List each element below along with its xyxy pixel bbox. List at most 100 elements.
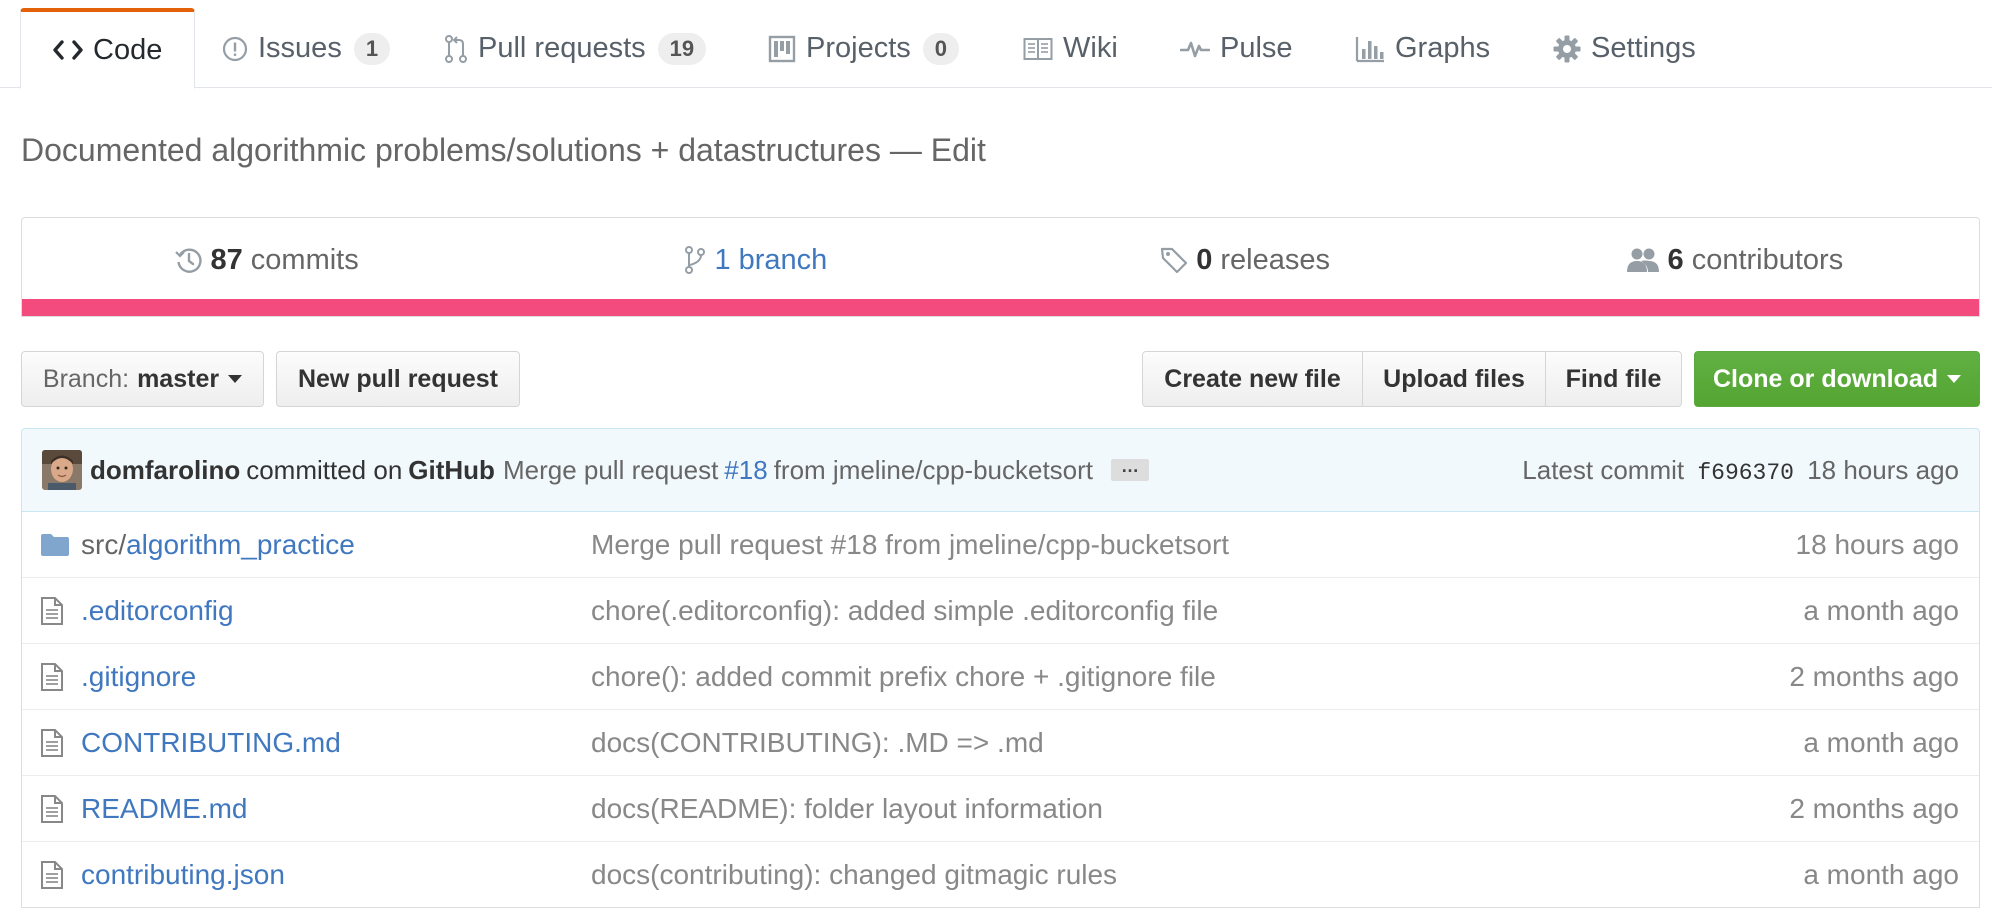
tab-projects[interactable]: Projects 0 bbox=[736, 8, 991, 89]
file-commit-message[interactable]: docs(contributing): changed gitmagic rul… bbox=[591, 859, 1117, 891]
description-separator: — bbox=[889, 132, 931, 168]
releases-count: 0 bbox=[1196, 243, 1213, 276]
tab-code-label: Code bbox=[93, 33, 163, 66]
file-name: .gitignore bbox=[81, 660, 197, 692]
avatar[interactable] bbox=[42, 450, 82, 490]
table-row: CONTRIBUTING.md docs(CONTRIBUTING): .MD … bbox=[22, 709, 1979, 775]
tab-wiki[interactable]: Wiki bbox=[991, 8, 1150, 89]
branches-count: 1 bbox=[714, 243, 731, 276]
issues-counter: 1 bbox=[353, 32, 391, 65]
file-age: a month ago bbox=[1803, 594, 1959, 626]
tab-wiki-label: Wiki bbox=[1063, 32, 1118, 64]
file-name-link[interactable]: .editorconfig bbox=[81, 595, 234, 627]
repo-description: Documented algorithmic problems/solution… bbox=[21, 132, 986, 169]
table-row: src/algorithm_practice Merge pull reques… bbox=[22, 511, 1979, 577]
file-name-prefix: src/ bbox=[81, 528, 127, 560]
file-commit-message[interactable]: docs(CONTRIBUTING): .MD => .md bbox=[591, 727, 1044, 759]
repo-description-text: Documented algorithmic problems/solution… bbox=[21, 132, 881, 168]
file-name: .editorconfig bbox=[81, 594, 234, 626]
file-commit-message[interactable]: docs(README): folder layout information bbox=[591, 793, 1103, 825]
tag-icon bbox=[1160, 246, 1188, 274]
file-icon bbox=[40, 596, 70, 626]
file-icon bbox=[40, 662, 70, 692]
find-file-button[interactable]: Find file bbox=[1545, 351, 1682, 407]
tab-settings-label: Settings bbox=[1591, 32, 1696, 64]
file-name-link[interactable]: README.md bbox=[81, 793, 247, 825]
file-age: a month ago bbox=[1803, 726, 1959, 758]
commit-sha-link[interactable]: f696370 bbox=[1697, 460, 1794, 486]
commits-label: commits bbox=[250, 243, 359, 276]
people-icon bbox=[1626, 247, 1660, 273]
clone-or-download-label: Clone or download bbox=[1713, 364, 1938, 393]
pull-request-link[interactable]: #18 bbox=[724, 455, 767, 486]
file-name-link[interactable]: CONTRIBUTING.md bbox=[81, 727, 341, 759]
tab-graphs[interactable]: Graphs bbox=[1323, 8, 1522, 89]
pull-request-icon bbox=[444, 34, 468, 64]
file-icon bbox=[40, 860, 70, 890]
code-icon bbox=[53, 39, 83, 61]
commit-message-suffix[interactable]: from jmeline/cpp-bucketsort bbox=[774, 455, 1093, 486]
tab-issues[interactable]: Issues 1 bbox=[190, 8, 422, 89]
contributors-count: 6 bbox=[1667, 243, 1684, 276]
tab-pulse[interactable]: Pulse bbox=[1148, 8, 1325, 89]
releases-label: releases bbox=[1220, 243, 1330, 276]
repo-tab-nav: Code Issues 1 Pull requests 19 Projects … bbox=[0, 0, 1992, 89]
branch-prefix: Branch: bbox=[42, 364, 130, 393]
latest-commit-label: Latest commit bbox=[1522, 454, 1685, 485]
file-age: 2 months ago bbox=[1789, 792, 1959, 824]
file-name: contributing.json bbox=[81, 858, 285, 890]
contributors-link[interactable]: 6 contributors bbox=[1490, 218, 1979, 302]
file-name: CONTRIBUTING.md bbox=[81, 726, 341, 758]
upload-files-button[interactable]: Upload files bbox=[1362, 351, 1546, 407]
tab-projects-label: Projects bbox=[806, 32, 911, 64]
pull-requests-counter: 19 bbox=[657, 32, 707, 65]
language-bar[interactable] bbox=[22, 299, 1979, 316]
edit-description-link[interactable]: Edit bbox=[931, 132, 986, 168]
file-commit-message[interactable]: chore(): added commit prefix chore + .gi… bbox=[591, 661, 1216, 693]
table-row: .editorconfig chore(.editorconfig): adde… bbox=[22, 577, 1979, 643]
file-commit-message[interactable]: chore(.editorconfig): added simple .edit… bbox=[591, 595, 1218, 627]
commit-message-prefix[interactable]: Merge pull request bbox=[503, 455, 718, 486]
chevron-down-icon bbox=[1947, 375, 1961, 383]
expand-commit-message-button[interactable]: … bbox=[1111, 457, 1150, 481]
file-age: a month ago bbox=[1803, 858, 1959, 890]
branch-name: master bbox=[137, 364, 220, 393]
branch-icon bbox=[684, 245, 706, 275]
create-new-file-button[interactable]: Create new file bbox=[1142, 351, 1363, 407]
file-icon bbox=[40, 794, 70, 824]
repo-summary: 87 commits 1 branch 0 releases 6 contrib… bbox=[21, 217, 1980, 317]
table-row: README.md docs(README): folder layout in… bbox=[22, 775, 1979, 841]
tab-pull-requests-label: Pull requests bbox=[478, 32, 646, 64]
tab-code[interactable]: Code bbox=[20, 8, 196, 89]
latest-commit-info: Latest commit f696370 18 hours ago bbox=[1522, 455, 1959, 486]
file-name: algorithm_practice bbox=[126, 528, 355, 560]
file-name-link[interactable]: contributing.json bbox=[81, 859, 285, 891]
commits-link[interactable]: 87 commits bbox=[22, 218, 511, 302]
file-commit-message[interactable]: Merge pull request #18 from jmeline/cpp-… bbox=[591, 529, 1229, 561]
branches-link[interactable]: 1 branch bbox=[511, 218, 1000, 302]
files-table: src/algorithm_practice Merge pull reques… bbox=[21, 511, 1980, 908]
tab-issues-label: Issues bbox=[258, 32, 342, 64]
tab-settings[interactable]: Settings bbox=[1521, 8, 1728, 89]
branches-label: branch bbox=[738, 243, 828, 276]
gear-icon bbox=[1553, 35, 1581, 63]
file-age: 2 months ago bbox=[1789, 660, 1959, 692]
book-icon bbox=[1023, 37, 1053, 61]
issue-icon bbox=[222, 36, 248, 62]
committer-name: GitHub bbox=[408, 454, 495, 485]
table-row: contributing.json docs(contributing): ch… bbox=[22, 841, 1979, 907]
table-row: .gitignore chore(): added commit prefix … bbox=[22, 643, 1979, 709]
projects-counter: 0 bbox=[922, 32, 960, 65]
latest-commit-bar: domfarolino committed on GitHub Merge pu… bbox=[21, 428, 1980, 512]
releases-link[interactable]: 0 releases bbox=[1001, 218, 1490, 302]
file-age: 18 hours ago bbox=[1795, 528, 1959, 560]
pulse-icon bbox=[1180, 37, 1210, 61]
new-pull-request-button[interactable]: New pull request bbox=[276, 351, 520, 407]
file-name-link[interactable]: .gitignore bbox=[81, 661, 196, 693]
commit-author-link[interactable]: domfarolino bbox=[90, 455, 240, 486]
clone-or-download-button[interactable]: Clone or download bbox=[1694, 351, 1980, 407]
file-name-link[interactable]: src/algorithm_practice bbox=[81, 529, 355, 561]
tab-pull-requests[interactable]: Pull requests 19 bbox=[412, 8, 738, 89]
branch-select-button[interactable]: Branch: master bbox=[21, 351, 264, 407]
graph-icon bbox=[1355, 35, 1385, 63]
